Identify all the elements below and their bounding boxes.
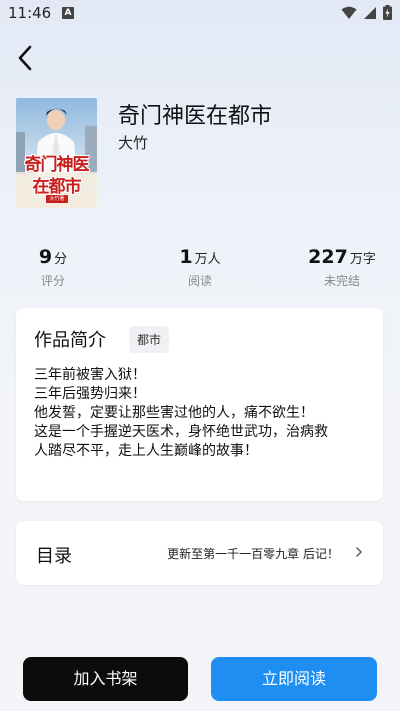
status-time: 11:46: [8, 4, 52, 22]
intro-line: 这是一个手握逆天医术，身怀绝世武功，治病救: [34, 424, 328, 440]
toc-title: 目录: [36, 546, 72, 567]
stat-words: 227 万字 未完结: [286, 246, 398, 289]
book-author[interactable]: 大竹: [118, 132, 148, 153]
stat-readers: 1 万人 阅读: [164, 246, 236, 289]
book-cover[interactable]: 奇门神医 在都市 大竹著: [16, 98, 97, 208]
wifi-icon: [341, 6, 357, 19]
stat-words-value: 227: [308, 246, 348, 268]
intro-line: 三年后强势归来！: [34, 386, 146, 402]
battery-icon: [383, 5, 392, 20]
intro-line: 人踏尽不平，走上人生巅峰的故事！: [34, 443, 258, 459]
notification-icon: A: [62, 7, 74, 19]
chevron-right-icon: [356, 547, 362, 557]
stat-rating-unit: 分: [54, 252, 68, 267]
cover-title-line-2: 在都市: [32, 177, 82, 197]
book-title: 奇门神医在都市: [118, 104, 273, 129]
stat-words-unit: 万字: [349, 252, 376, 267]
back-icon[interactable]: [14, 44, 38, 72]
status-bar: 11:46 A: [0, 0, 400, 28]
stat-readers-unit: 万人: [194, 252, 221, 267]
stat-rating: 9分 评分: [17, 246, 89, 289]
stat-readers-label: 阅读: [187, 274, 212, 288]
toc-row[interactable]: 目录 更新至第一千一百零九章 后记！: [16, 521, 383, 585]
toc-latest-chapter: 更新至第一千一百零九章 后记！: [167, 547, 339, 561]
add-to-shelf-button[interactable]: 加入书架: [23, 657, 188, 701]
intro-line: 他发誓，定要让那些害过他的人，痛不欲生！: [34, 405, 314, 421]
genre-tag[interactable]: 都市: [129, 326, 170, 353]
stat-readers-value: 1: [179, 246, 193, 268]
book-stats: 9分 评分 1 万人 阅读 227 万字 未完结: [0, 246, 400, 296]
read-now-button[interactable]: 立即阅读: [211, 657, 377, 701]
stat-rating-label: 评分: [40, 274, 65, 288]
intro-description: 三年前被害入狱！ 三年后强势归来！ 他发誓，定要让那些害过他的人，痛不欲生！ 这…: [34, 366, 374, 461]
intro-heading: 作品简介: [34, 330, 106, 351]
status-icons: [341, 5, 392, 20]
signal-icon: [364, 6, 376, 19]
cover-author-badge: 大竹著: [46, 195, 68, 203]
intro-line: 三年前被害入狱！: [34, 367, 146, 383]
stat-rating-value: 9: [38, 246, 53, 268]
intro-card: 作品简介 都市 三年前被害入狱！ 三年后强势归来！ 他发誓，定要让那些害过他的人…: [16, 308, 383, 501]
stat-words-label: 未完结: [323, 274, 360, 288]
